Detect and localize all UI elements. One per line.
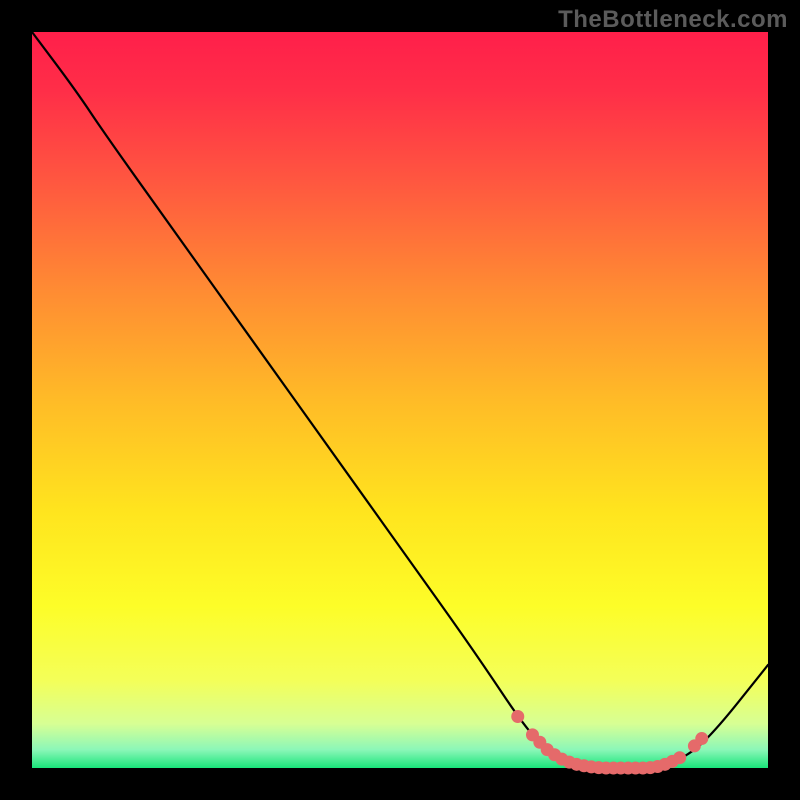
highlight-dot [511,710,524,723]
bottleneck-chart [0,0,800,800]
chart-background [32,32,768,768]
watermark-label: TheBottleneck.com [558,6,788,34]
highlight-dot [695,732,708,745]
highlight-dot [673,751,686,764]
chart-frame: TheBottleneck.com [0,0,800,800]
